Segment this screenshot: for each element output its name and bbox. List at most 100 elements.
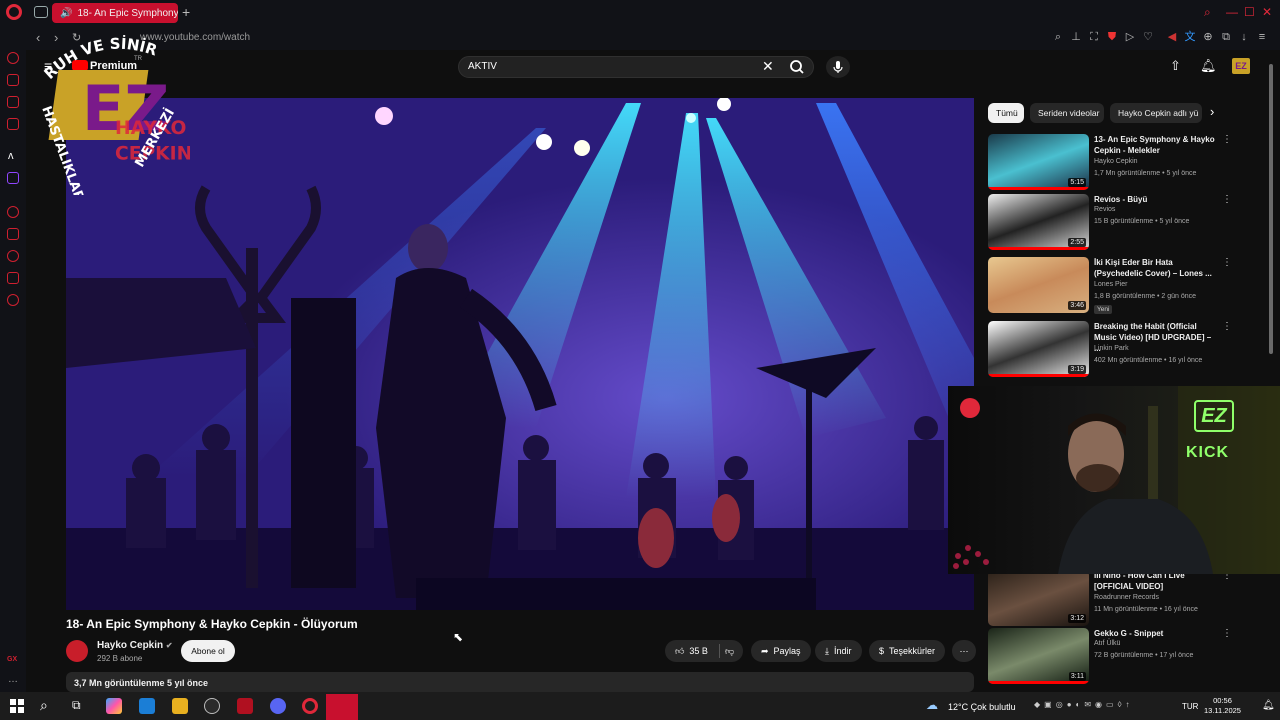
puzzle-icon[interactable]: ⧉: [1220, 31, 1232, 43]
chip-channel[interactable]: Hayko Cepkin adlı yü: [1110, 103, 1202, 123]
volume-icon[interactable]: ◀: [1166, 31, 1178, 43]
file-explorer-icon[interactable]: [172, 698, 188, 714]
voice-search-button[interactable]: [826, 56, 850, 78]
maximize-icon[interactable]: ☐: [1244, 5, 1255, 19]
gx-label[interactable]: GX: [7, 656, 17, 663]
snapshot-icon[interactable]: ⛶: [1088, 31, 1100, 43]
channel-avatar[interactable]: [66, 640, 88, 662]
video-title[interactable]: İki Kişi Eder Bir Hata (Psychedelic Cove…: [1094, 257, 1218, 279]
extension-icon[interactable]: ⊕: [1202, 31, 1214, 43]
task-view-icon[interactable]: ⧉: [72, 698, 81, 713]
video-thumbnail[interactable]: 3:11: [988, 628, 1089, 684]
active-app-highlight[interactable]: [326, 694, 358, 720]
video-player[interactable]: [66, 98, 974, 610]
more-options-icon[interactable]: ⋮: [1222, 194, 1232, 205]
translate-icon[interactable]: 文: [1184, 31, 1196, 43]
tab-islands-icon[interactable]: [34, 6, 48, 18]
chip-series[interactable]: Seriden videolar: [1030, 103, 1104, 123]
close-window-icon[interactable]: ✕: [1262, 5, 1272, 19]
subscribe-button[interactable]: Abone ol: [181, 640, 235, 662]
twitch-icon[interactable]: [7, 172, 19, 184]
clear-search-icon[interactable]: ✕: [762, 58, 774, 75]
speaker-icon[interactable]: 🔊: [60, 8, 72, 19]
thanks-button[interactable]: $ Teşekkürler: [869, 640, 946, 662]
new-tab-icon[interactable]: +: [182, 4, 190, 20]
discord-icon[interactable]: [270, 698, 286, 714]
video-title[interactable]: 13- An Epic Symphony & Hayko Cepkin - Me…: [1094, 134, 1218, 156]
extensions-icon[interactable]: [7, 272, 19, 284]
play-icon[interactable]: ▷: [1124, 31, 1136, 43]
music-icon[interactable]: ʌ: [8, 150, 14, 162]
zoom-icon[interactable]: ⌕: [1052, 31, 1064, 43]
channel-name[interactable]: Hayko Cepkin: [1094, 158, 1138, 165]
video-thumbnail[interactable]: 5:15: [988, 134, 1089, 190]
active-tab[interactable]: 🔊 18- An Epic Symphony: [52, 3, 178, 23]
clock-icon[interactable]: [7, 206, 19, 218]
opera-taskbar-icon[interactable]: [302, 698, 318, 714]
upload-icon[interactable]: ⇧: [1170, 58, 1181, 74]
search-button[interactable]: [782, 58, 812, 76]
system-tray-icons[interactable]: ◆▣◎●◐✉◉▭◊↑: [1034, 700, 1134, 709]
weather-text[interactable]: 12°C Çok bulutlu: [948, 702, 1016, 712]
share-button[interactable]: ➦ Paylaş: [751, 640, 811, 662]
copilot-icon[interactable]: [106, 698, 122, 714]
channel-name[interactable]: Revios: [1094, 206, 1115, 213]
recommendation-item[interactable]: 3:12 III Niño - How Can I Live [OFFICIAL …: [988, 570, 1232, 628]
notifications-bell-icon[interactable]: 🔔︎: [1200, 58, 1217, 74]
like-button[interactable]: 👍︎ 35 B 👎︎: [665, 640, 743, 662]
more-options-icon[interactable]: ⋮: [1222, 628, 1232, 639]
page-scrollbar[interactable]: [1268, 50, 1276, 692]
chip-all[interactable]: Tümü: [988, 103, 1024, 123]
thumbs-down-icon[interactable]: 👎︎: [725, 646, 734, 657]
recommendation-item[interactable]: 3:46 İki Kişi Eder Bir Hata (Psychedelic …: [988, 257, 1232, 315]
scrollbar-thumb[interactable]: [1269, 64, 1273, 354]
voicemeeter-icon[interactable]: [237, 698, 253, 714]
search-tabs-icon[interactable]: ⌕: [1204, 5, 1211, 20]
channel-name[interactable]: Lones Pier: [1094, 281, 1127, 288]
recommendation-item[interactable]: 5:15 13- An Epic Symphony & Hayko Cepkin …: [988, 134, 1232, 192]
recommendation-item[interactable]: 3:11 Gekko G - Snippet Atıf Ülkü 72 B görün…: [988, 628, 1232, 686]
pin-icon[interactable]: ⊥: [1070, 31, 1082, 43]
mail-icon[interactable]: [7, 118, 19, 130]
more-options-icon[interactable]: ⋮: [1222, 321, 1232, 332]
notification-bell-icon[interactable]: 🔔︎: [1262, 700, 1275, 711]
gx-control-icon[interactable]: [7, 52, 19, 64]
outlook-icon[interactable]: [139, 698, 155, 714]
channel-name[interactable]: Linkin Park: [1094, 345, 1129, 352]
weather-icon[interactable]: ☁: [926, 698, 938, 712]
taskbar-search-icon[interactable]: ⌕: [40, 697, 48, 714]
more-icon[interactable]: …: [8, 674, 18, 685]
gx-bag-icon[interactable]: [7, 74, 19, 86]
shield-icon[interactable]: ⛊: [1106, 31, 1118, 43]
video-title[interactable]: Revios - Büyü: [1094, 194, 1218, 205]
bookmark-icon[interactable]: [7, 228, 19, 240]
more-options-icon[interactable]: ⋮: [1222, 257, 1232, 268]
video-thumbnail[interactable]: 3:12: [988, 570, 1089, 626]
recommendation-item[interactable]: 2:55 Revios - Büyü Revios 15 B görüntülenme…: [988, 194, 1232, 252]
channel-name-text[interactable]: Hayko Cepkin: [97, 640, 163, 651]
recommendation-item[interactable]: 3:19 Breaking the Habit (Official Music V…: [988, 321, 1232, 379]
history-icon[interactable]: [7, 250, 19, 262]
more-actions-button[interactable]: ⋯: [952, 640, 976, 662]
windows-start-icon[interactable]: [10, 699, 24, 713]
video-title[interactable]: Gekko G - Snippet: [1094, 628, 1218, 639]
settings-icon[interactable]: [7, 294, 19, 306]
language-indicator[interactable]: TUR: [1182, 702, 1198, 711]
minimize-icon[interactable]: —: [1226, 5, 1238, 19]
channel-name[interactable]: Hayko Cepkin ✔: [97, 640, 173, 651]
channel-name[interactable]: Atıf Ülkü: [1094, 640, 1120, 647]
messenger-icon[interactable]: [7, 96, 19, 108]
heart-icon[interactable]: ♡: [1142, 31, 1154, 43]
video-thumbnail[interactable]: 3:46: [988, 257, 1089, 313]
download-button[interactable]: ⤓ İndir: [815, 640, 862, 662]
video-thumbnail[interactable]: 3:19: [988, 321, 1089, 377]
download-icon[interactable]: ↓: [1238, 31, 1250, 43]
channel-name[interactable]: Roadrunner Records: [1094, 594, 1159, 601]
menu-icon[interactable]: ≡: [1256, 31, 1268, 43]
search-input[interactable]: [458, 56, 814, 78]
description-box[interactable]: 3,7 Mn görüntülenme 5 yıl önce: [66, 672, 974, 692]
more-options-icon[interactable]: ⋮: [1222, 134, 1232, 145]
gx-app-icon[interactable]: [204, 698, 220, 714]
chips-next-icon[interactable]: ›: [1210, 104, 1214, 119]
account-avatar[interactable]: EZ: [1232, 58, 1250, 74]
